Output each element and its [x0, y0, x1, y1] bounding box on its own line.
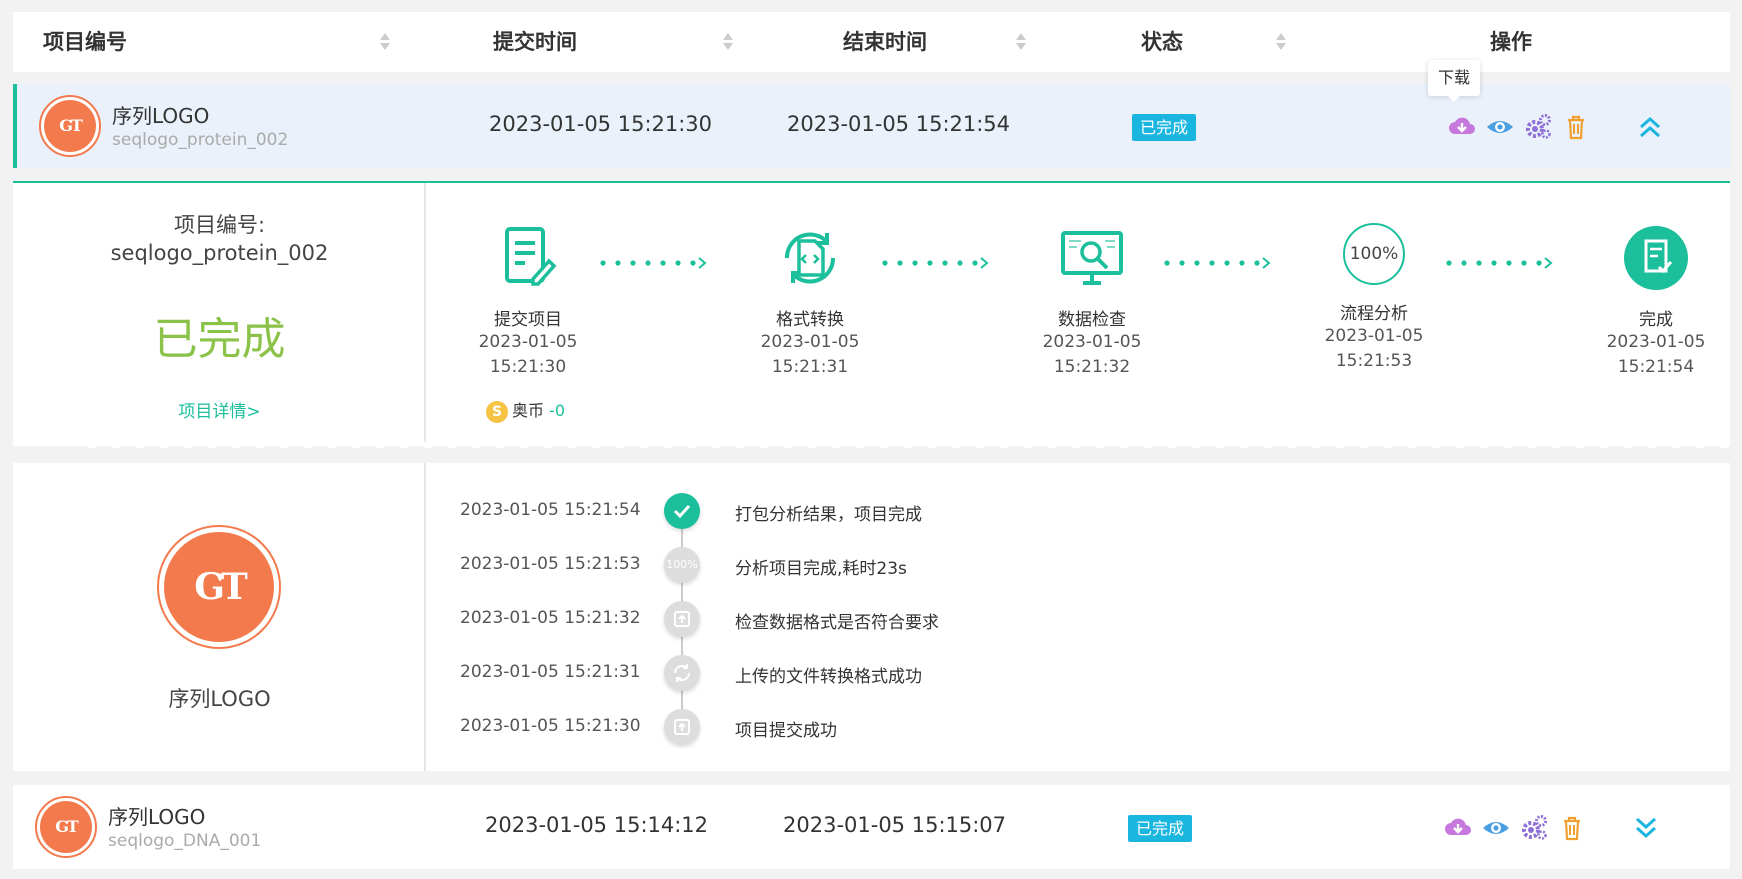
sort-icon[interactable] — [1276, 32, 1286, 52]
header-project-id: 项目编号 — [43, 30, 127, 54]
chevron-double-down-icon[interactable] — [1633, 815, 1659, 841]
step-date: 2023-01-05 — [760, 332, 860, 352]
timeline-time: 2023-01-05 15:21:54 — [460, 500, 641, 520]
coin-value: -0 — [549, 401, 566, 420]
detail-status: 已完成 — [153, 314, 286, 365]
timeline-item: 2023-01-05 15:21:54 打包分析结果，项目完成 — [460, 493, 1060, 529]
refresh-icon — [664, 655, 700, 691]
step-date: 2023-01-05 — [1606, 332, 1706, 352]
timeline-item: 2023-01-05 15:21:32 检查数据格式是否符合要求 — [460, 601, 1060, 637]
timeline-message: 分析项目完成,耗时23s — [735, 559, 907, 579]
done-document-icon — [1624, 226, 1688, 290]
project-log-panel: GT 序列LOGO 2023-01-05 15:21:54 打包分析结果，项目完… — [13, 463, 1730, 771]
submit-time: 2023-01-05 15:14:12 — [485, 813, 709, 837]
timeline-item: 2023-01-05 15:21:30 项目提交成功 — [460, 709, 1060, 745]
sort-icon[interactable] — [723, 32, 733, 52]
settings-icon[interactable] — [1523, 112, 1553, 142]
table-row[interactable]: GT 序列LOGO seqlogo_protein_002 2023-01-05… — [13, 84, 1730, 168]
project-id: seqlogo_DNA_001 — [108, 831, 262, 851]
cloud-download-icon[interactable] — [1447, 112, 1477, 142]
percent-icon: 100% — [664, 547, 700, 583]
step-time: 15:21:54 — [1617, 357, 1695, 377]
download-tooltip: 下载 — [1428, 60, 1481, 102]
header-status: 状态 — [1141, 30, 1183, 54]
sort-icon[interactable] — [380, 32, 390, 52]
timeline-item: 2023-01-05 15:21:53 100% 分析项目完成,耗时23s — [460, 547, 1060, 583]
trash-icon[interactable] — [1557, 813, 1587, 843]
step-time: 15:21:53 — [1335, 351, 1413, 371]
seqlogo-avatar: GT — [35, 796, 97, 858]
upload-icon — [664, 709, 700, 745]
step-time: 15:21:32 — [1053, 357, 1131, 377]
project-name: 序列LOGO — [108, 805, 206, 829]
cloud-download-icon[interactable] — [1443, 813, 1473, 843]
step-arrow — [1164, 257, 1271, 269]
project-detail-panel: 项目编号: seqlogo_protein_002 已完成 项目详情> 提交项目… — [13, 181, 1730, 446]
timeline-time: 2023-01-05 15:21:31 — [460, 662, 641, 682]
settings-icon[interactable] — [1519, 813, 1549, 843]
timeline-message: 打包分析结果，项目完成 — [735, 505, 922, 525]
step-date: 2023-01-05 — [478, 332, 578, 352]
coin-icon: S — [486, 400, 508, 423]
step-check: 数据检查 2023-01-05 15:21:32 — [1017, 223, 1167, 380]
step-label: 流程分析 — [1340, 304, 1408, 324]
step-date: 2023-01-05 — [1042, 332, 1142, 352]
timeline-message: 检查数据格式是否符合要求 — [735, 613, 939, 633]
end-time: 2023-01-05 15:21:54 — [787, 112, 1011, 136]
document-edit-icon — [505, 227, 557, 286]
coin-label: 奥币 — [512, 401, 545, 420]
step-analysis: 100% 流程分析 2023-01-05 15:21:53 — [1299, 223, 1449, 374]
project-details-link[interactable]: 项目详情> — [13, 397, 426, 422]
detail-summary: 项目编号: seqlogo_protein_002 已完成 项目详情> — [13, 183, 426, 446]
seqlogo-large-avatar: GT — [157, 525, 281, 649]
percent-circle-icon: 100% — [1343, 223, 1405, 285]
step-label: 完成 — [1639, 310, 1673, 330]
end-time: 2023-01-05 15:15:07 — [783, 813, 1007, 837]
sort-icon[interactable] — [1016, 32, 1026, 52]
timeline-time: 2023-01-05 15:21:30 — [460, 716, 641, 736]
status-badge: 已完成 — [1132, 114, 1197, 141]
step-time: 15:21:30 — [489, 357, 567, 377]
timeline-message: 上传的文件转换格式成功 — [735, 667, 922, 687]
check-icon — [664, 493, 700, 529]
step-arrow — [1446, 257, 1553, 269]
step-label: 格式转换 — [776, 310, 844, 330]
header-end-time: 结束时间 — [843, 30, 927, 54]
status-badge: 已完成 — [1128, 815, 1193, 842]
project-id: seqlogo_protein_002 — [112, 130, 289, 150]
step-label: 提交项目 — [494, 310, 562, 330]
file-convert-icon — [784, 232, 836, 284]
timeline-time: 2023-01-05 15:21:53 — [460, 554, 641, 574]
step-arrow — [882, 257, 989, 269]
header-submit-time: 提交时间 — [493, 30, 577, 54]
wave-divider — [13, 442, 1730, 449]
submit-time: 2023-01-05 15:21:30 — [489, 112, 713, 136]
chevron-double-up-icon[interactable] — [1637, 114, 1663, 140]
log-project-name: 序列LOGO — [168, 687, 271, 711]
step-label: 数据检查 — [1058, 310, 1126, 330]
step-date: 2023-01-05 — [1324, 326, 1424, 346]
eye-icon[interactable] — [1485, 112, 1515, 142]
step-done: 完成 2023-01-05 15:21:54 — [1581, 223, 1731, 380]
timeline-item: 2023-01-05 15:21:31 上传的文件转换格式成功 — [460, 655, 1060, 691]
step-submit: 提交项目 2023-01-05 15:21:30 — [453, 223, 603, 380]
eye-icon[interactable] — [1481, 813, 1511, 843]
coin-info: S 奥币 -0 — [486, 397, 565, 423]
trash-icon[interactable] — [1561, 112, 1591, 142]
header-operations: 操作 — [1490, 30, 1532, 54]
seqlogo-avatar: GT — [39, 95, 101, 157]
step-arrow — [600, 257, 707, 269]
timeline-time: 2023-01-05 15:21:32 — [460, 608, 641, 628]
log-summary: GT 序列LOGO — [13, 463, 426, 771]
table-row[interactable]: GT 序列LOGO seqlogo_DNA_001 2023-01-05 15:… — [13, 785, 1730, 869]
detail-id-value: seqlogo_protein_002 — [110, 241, 329, 265]
detail-id-label: 项目编号: — [173, 213, 266, 237]
step-convert: 格式转换 2023-01-05 15:21:31 — [735, 223, 885, 380]
upload-icon — [664, 601, 700, 637]
project-name: 序列LOGO — [112, 104, 210, 128]
monitor-search-icon — [1061, 231, 1123, 285]
step-time: 15:21:31 — [771, 357, 849, 377]
timeline-message: 项目提交成功 — [735, 721, 837, 741]
